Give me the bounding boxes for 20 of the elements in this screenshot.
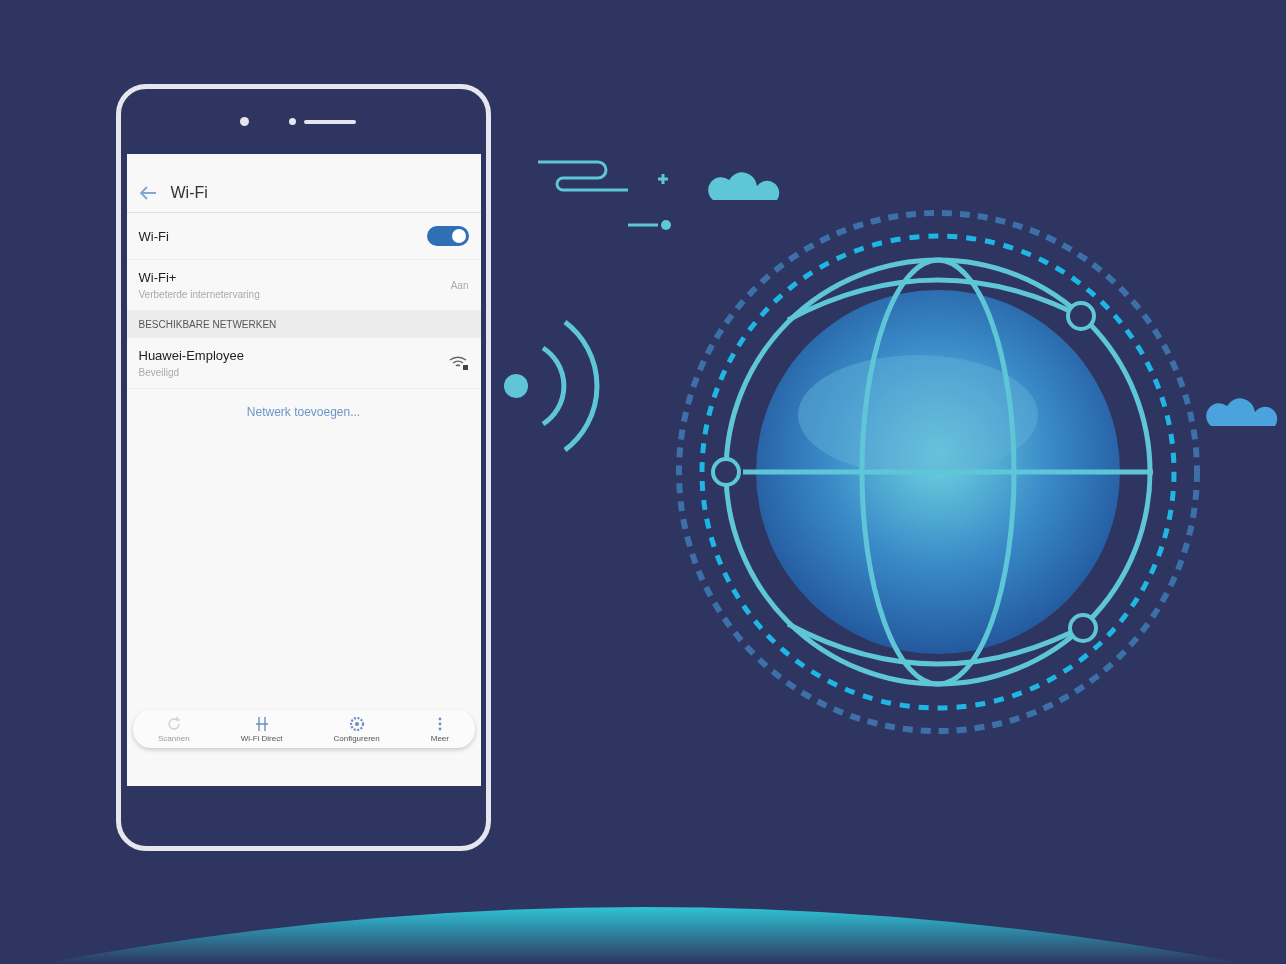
more-icon xyxy=(436,715,443,732)
settings-icon xyxy=(348,715,365,732)
sensor-dot xyxy=(288,118,296,125)
toggle-switch[interactable] xyxy=(426,226,469,246)
toolbar-button[interactable]: Wi-Fi Direct xyxy=(236,713,287,745)
network-status: Beveiligd xyxy=(138,367,181,378)
setting-label: Wi-Fi+ xyxy=(138,270,178,285)
setting-label: Wi-Fi xyxy=(138,228,169,244)
speaker-grille xyxy=(303,119,356,124)
setting-subtitle: Verbeterde internetervaring xyxy=(138,289,260,300)
cloud-icon xyxy=(1206,398,1278,426)
network-name[interactable]: Huawei-Employee xyxy=(138,348,244,363)
section-header: BESCHIKBARE NETWERKEN xyxy=(126,311,481,338)
toolbar-button[interactable]: Meer xyxy=(426,713,453,745)
toolbar-button[interactable]: Configureren xyxy=(329,713,384,745)
arrows-icon xyxy=(253,715,270,732)
refresh-icon xyxy=(165,715,182,732)
camera-dot xyxy=(239,117,249,126)
screen-title: Wi-Fi xyxy=(170,184,208,202)
cloud-icon xyxy=(708,172,780,200)
